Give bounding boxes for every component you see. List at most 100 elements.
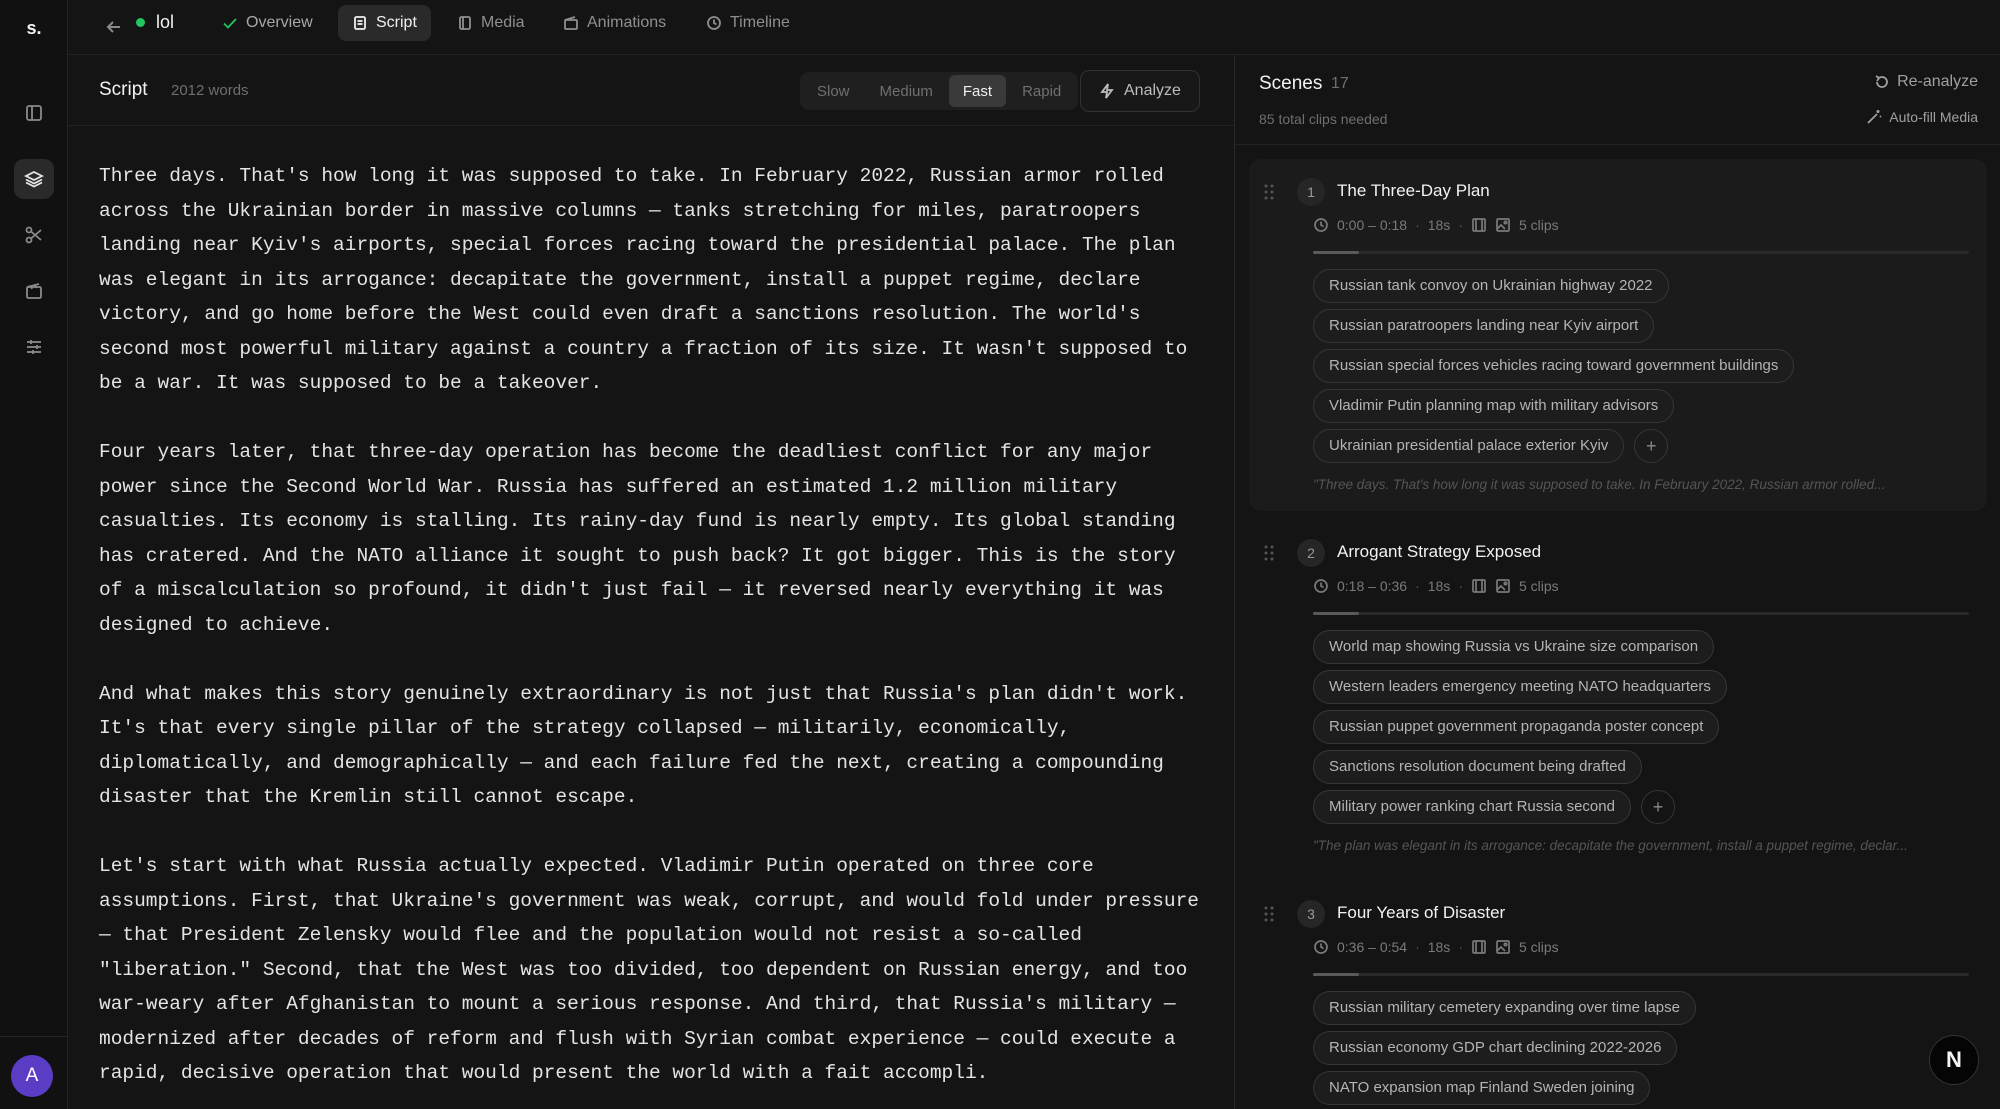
clip-chip[interactable]: NATO expansion map Finland Sweden joinin… [1313, 1071, 1651, 1105]
scene-card[interactable]: 1 The Three-Day Plan 0:00 – 0:18 · 18s ·… [1249, 159, 1987, 511]
meta-separator: · [1415, 939, 1420, 955]
scene-number: 1 [1297, 178, 1325, 206]
add-clip-button[interactable]: + [1634, 429, 1669, 463]
panel-toggle-button[interactable] [14, 93, 54, 133]
reanalyze-label: Re-analyze [1897, 73, 1978, 90]
image-icon [1496, 218, 1510, 232]
scene-title[interactable]: Arrogant Strategy Exposed [1337, 542, 1541, 562]
magic-wand-icon [1867, 110, 1882, 124]
clip-chip[interactable]: Western leaders emergency meeting NATO h… [1313, 670, 1727, 704]
scene-progress-bar [1313, 251, 1969, 254]
scene-duration: 18s [1427, 217, 1451, 233]
word-count: 2012 words [171, 82, 249, 99]
scene-progress-bar [1313, 973, 1969, 976]
check-icon [223, 18, 237, 29]
scene-time-range: 0:00 – 0:18 [1337, 217, 1408, 233]
clip-chip[interactable]: Russian economy GDP chart declining 2022… [1313, 1031, 1678, 1065]
scene-card[interactable]: 3 Four Years of Disaster 0:36 – 0:54 · 1… [1249, 881, 1987, 1109]
scenes-header: Scenes 17 85 total clips needed Re-analy… [1235, 55, 2000, 145]
scene-card[interactable]: 2 Arrogant Strategy Exposed 0:18 – 0:36 … [1249, 520, 1987, 872]
script-editor[interactable]: Three days. That's how long it was suppo… [99, 159, 1209, 1109]
autofill-label: Auto-fill Media [1889, 109, 1978, 125]
film-button[interactable] [14, 271, 54, 311]
clip-chip[interactable]: World map showing Russia vs Ukraine size… [1313, 630, 1715, 664]
tab-timeline-label: Timeline [730, 14, 790, 31]
scene-time-range: 0:18 – 0:36 [1337, 578, 1408, 594]
clip-suggestions: Russian military cemetery expanding over… [1313, 991, 1983, 1109]
scene-excerpt: "The plan was elegant in its arrogance: … [1313, 838, 1908, 853]
clock-icon [707, 16, 721, 30]
scissors-button[interactable] [14, 215, 54, 255]
scene-progress-fill [1313, 251, 1359, 254]
tab-script[interactable]: Script [338, 5, 431, 41]
clock-icon [1314, 940, 1328, 954]
analyze-button[interactable]: Analyze [1080, 70, 1200, 112]
tab-timeline[interactable]: Timeline [692, 5, 804, 41]
script-panel: Script 2012 words Slow Medium Fast Rapid… [68, 55, 1234, 1109]
clip-chip[interactable]: Ukrainian presidential palace exterior K… [1313, 429, 1625, 463]
meta-separator: · [1458, 578, 1463, 594]
scene-meta: 0:36 – 0:54 · 18s · 5 clips [1313, 939, 1559, 955]
script-paragraph: Three days. That's how long it was suppo… [99, 165, 1188, 394]
animations-icon [564, 16, 578, 30]
meta-separator: · [1458, 217, 1463, 233]
meta-separator: · [1415, 578, 1420, 594]
autofill-media-button[interactable]: Auto-fill Media [1866, 109, 1978, 125]
lightning-icon [1100, 83, 1114, 99]
drag-handle-icon[interactable] [1263, 544, 1275, 562]
tab-media[interactable]: Media [443, 5, 539, 41]
clip-chip[interactable]: Vladimir Putin planning map with militar… [1313, 389, 1675, 423]
clip-chip[interactable]: Military power ranking chart Russia seco… [1313, 790, 1631, 824]
speed-medium-button[interactable]: Medium [866, 75, 947, 107]
speed-slow-button[interactable]: Slow [803, 75, 864, 107]
scene-clip-count: 5 clips [1518, 578, 1559, 594]
project-name[interactable]: lol [156, 12, 174, 33]
user-avatar[interactable]: A [11, 1055, 53, 1097]
script-title: Script [99, 79, 148, 100]
clip-chip[interactable]: Russian tank convoy on Ukrainian highway… [1313, 269, 1669, 303]
panel-icon [26, 105, 42, 121]
analyze-label: Analyze [1124, 82, 1181, 99]
script-paragraph: Four years later, that three-day operati… [99, 441, 1176, 636]
film-icon [26, 283, 42, 299]
script-paragraph: Let's start with what Russia actually ex… [99, 855, 1199, 1084]
scene-meta: 0:00 – 0:18 · 18s · 5 clips [1313, 217, 1559, 233]
speed-rapid-button[interactable]: Rapid [1008, 75, 1075, 107]
tab-animations-label: Animations [587, 14, 667, 31]
settings-sliders-button[interactable] [14, 327, 54, 367]
tab-media-label: Media [481, 14, 525, 31]
clip-chip[interactable]: Russian paratroopers landing near Kyiv a… [1313, 309, 1655, 343]
tab-script-label: Script [376, 14, 417, 31]
scene-title[interactable]: Four Years of Disaster [1337, 903, 1505, 923]
clip-chip[interactable]: Russian special forces vehicles racing t… [1313, 349, 1795, 383]
total-clips-needed: 85 total clips needed [1259, 111, 1388, 127]
speed-selector: Slow Medium Fast Rapid [800, 72, 1079, 110]
clip-chip[interactable]: Russian puppet government propaganda pos… [1313, 710, 1720, 744]
scene-title[interactable]: The Three-Day Plan [1337, 181, 1490, 201]
film-icon [1472, 579, 1486, 593]
clip-chip[interactable]: Russian military cemetery expanding over… [1313, 991, 1696, 1025]
media-icon [459, 16, 471, 30]
scene-meta: 0:18 – 0:36 · 18s · 5 clips [1313, 578, 1559, 594]
scene-duration: 18s [1427, 578, 1451, 594]
tab-animations[interactable]: Animations [549, 5, 680, 41]
app-logo[interactable]: s. [0, 18, 68, 39]
film-icon [1472, 218, 1486, 232]
scene-clip-count: 5 clips [1518, 217, 1559, 233]
drag-handle-icon[interactable] [1263, 905, 1275, 923]
add-clip-button[interactable]: + [1640, 790, 1675, 824]
tab-overview[interactable]: Overview [208, 5, 327, 41]
scene-number: 3 [1297, 900, 1325, 928]
floating-action-button[interactable]: N [1929, 1035, 1979, 1085]
image-icon [1496, 940, 1510, 954]
left-rail: s. A [0, 0, 68, 1109]
arrow-left-icon [106, 21, 120, 33]
scene-time-range: 0:36 – 0:54 [1337, 939, 1408, 955]
clip-chip[interactable]: Sanctions resolution document being draf… [1313, 750, 1642, 784]
meta-separator: · [1415, 217, 1420, 233]
layers-button[interactable] [14, 159, 54, 199]
drag-handle-icon[interactable] [1263, 183, 1275, 201]
speed-fast-button[interactable]: Fast [948, 75, 1007, 107]
reanalyze-button[interactable]: Re-analyze [1874, 73, 1978, 91]
back-button[interactable] [100, 13, 128, 41]
